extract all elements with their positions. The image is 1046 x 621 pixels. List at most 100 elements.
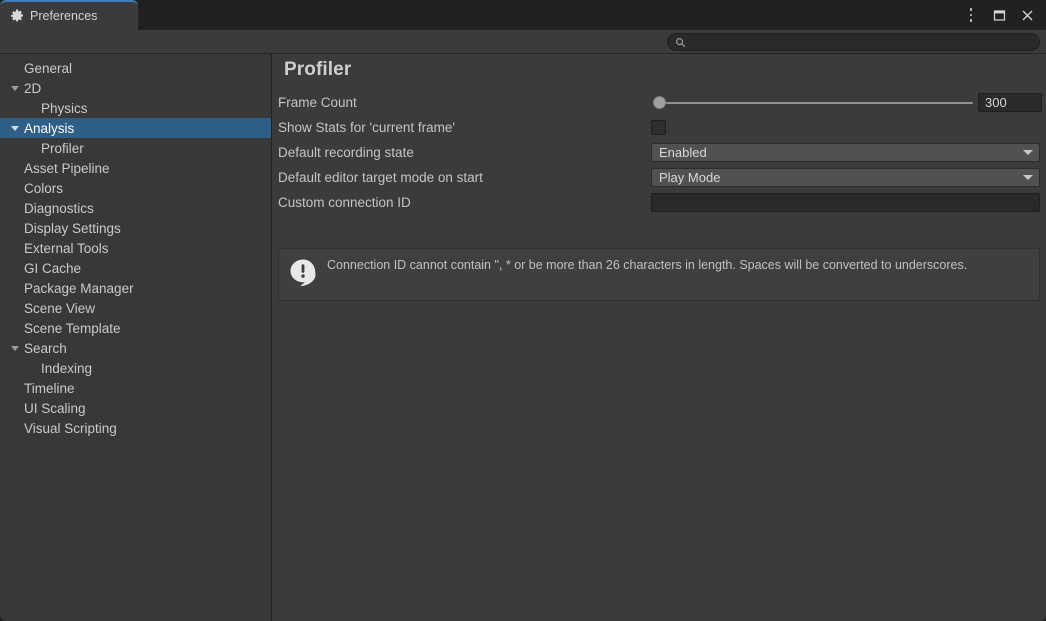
tree-spacer	[25, 358, 39, 378]
sidebar-item-label: General	[22, 61, 72, 76]
sidebar-item-scene-template[interactable]: Scene Template	[0, 318, 271, 338]
sidebar-item-label: Asset Pipeline	[22, 161, 110, 176]
frame-count-value[interactable]: 300	[978, 93, 1042, 112]
target-mode-label: Default editor target mode on start	[272, 170, 483, 185]
sidebar-item-general[interactable]: General	[0, 58, 271, 78]
sidebar-item-label: Profiler	[39, 141, 84, 156]
tree-spacer	[8, 198, 22, 218]
sidebar-item-label: Indexing	[39, 361, 92, 376]
sidebar-item-label: GI Cache	[22, 261, 81, 276]
preferences-window: Preferences	[0, 0, 1046, 621]
sidebar-item-search[interactable]: Search	[0, 338, 271, 358]
sidebar-item-analysis[interactable]: Analysis	[0, 118, 271, 138]
row-frame-count: Frame Count 300	[272, 90, 1046, 115]
sidebar-item-label: Diagnostics	[22, 201, 94, 216]
row-recording-state: Default recording state Enabled	[272, 140, 1046, 165]
info-exclamation-icon	[289, 258, 317, 286]
search-input[interactable]	[686, 34, 1039, 50]
sidebar-item-timeline[interactable]: Timeline	[0, 378, 271, 398]
tree-spacer	[8, 218, 22, 238]
sidebar-item-label: UI Scaling	[22, 401, 86, 416]
settings-tree-sidebar[interactable]: General 2D Physics Analysis Profiler Asset Pi…	[0, 54, 272, 621]
sidebar-item-diagnostics[interactable]: Diagnostics	[0, 198, 271, 218]
sidebar-item-label: Visual Scripting	[22, 421, 117, 436]
maximize-icon[interactable]	[986, 2, 1012, 28]
sidebar-item-colors[interactable]: Colors	[0, 178, 271, 198]
sidebar-item-label: External Tools	[22, 241, 109, 256]
sidebar-item-asset-pipeline[interactable]: Asset Pipeline	[0, 158, 271, 178]
show-stats-checkbox[interactable]	[651, 120, 666, 135]
connection-id-helpbox: Connection ID cannot contain ", * or be …	[278, 248, 1040, 301]
sidebar-item-label: Package Manager	[22, 281, 134, 296]
custom-connection-id-field[interactable]	[651, 193, 1040, 212]
tab-preferences[interactable]: Preferences	[0, 0, 138, 30]
sidebar-item-label: Physics	[39, 101, 88, 116]
sidebar-item-scene-view[interactable]: Scene View	[0, 298, 271, 318]
sidebar-item-physics[interactable]: Physics	[0, 98, 271, 118]
chevron-down-icon	[1023, 175, 1033, 180]
slider-handle[interactable]	[653, 96, 666, 109]
sidebar-item-visual-scripting[interactable]: Visual Scripting	[0, 418, 271, 438]
target-mode-dropdown[interactable]: Play Mode	[651, 168, 1040, 187]
sidebar-item-external-tools[interactable]: External Tools	[0, 238, 271, 258]
tree-expand-toggle[interactable]	[8, 78, 22, 98]
row-show-stats: Show Stats for 'current frame'	[272, 115, 1046, 140]
kebab-menu-icon[interactable]	[958, 2, 984, 28]
frame-count-label: Frame Count	[272, 95, 357, 110]
triangle-down-icon	[11, 346, 19, 351]
tree-expand-toggle[interactable]	[8, 118, 22, 138]
custom-connection-id-label: Custom connection ID	[272, 195, 411, 210]
tree-spacer	[8, 298, 22, 318]
frame-count-slider[interactable]	[651, 93, 973, 113]
tree-spacer	[8, 418, 22, 438]
sidebar-item-gi-cache[interactable]: GI Cache	[0, 258, 271, 278]
sidebar-item-2d[interactable]: 2D	[0, 78, 271, 98]
sidebar-item-label: Search	[22, 341, 67, 356]
settings-rows: Frame Count 300 Show Stats for 'current …	[272, 90, 1046, 215]
row-custom-connection-id: Custom connection ID	[272, 190, 1046, 215]
tree-spacer	[8, 178, 22, 198]
search-box[interactable]	[667, 33, 1040, 51]
recording-state-label: Default recording state	[272, 145, 414, 160]
sidebar-item-label: 2D	[22, 81, 41, 96]
sidebar-item-label: Colors	[22, 181, 63, 196]
tree-spacer	[8, 258, 22, 278]
window-controls	[958, 0, 1040, 30]
tree-expand-toggle[interactable]	[8, 338, 22, 358]
tree-spacer	[8, 278, 22, 298]
sidebar-item-label: Scene Template	[22, 321, 121, 336]
sidebar-item-display-settings[interactable]: Display Settings	[0, 218, 271, 238]
close-icon[interactable]	[1014, 2, 1040, 28]
tree-spacer	[8, 238, 22, 258]
gear-icon	[10, 9, 24, 23]
sidebar-item-label: Display Settings	[22, 221, 121, 236]
profiler-settings-panel: Profiler Frame Count 300 Show Stats	[272, 54, 1046, 621]
recording-state-dropdown[interactable]: Enabled	[651, 143, 1040, 162]
sidebar-item-label: Analysis	[22, 121, 74, 136]
slider-track	[660, 102, 973, 104]
show-stats-label: Show Stats for 'current frame'	[272, 120, 455, 135]
window-titlebar: Preferences	[0, 0, 1046, 30]
sidebar-item-label: Scene View	[22, 301, 95, 316]
tab-title: Preferences	[30, 9, 97, 23]
tree-spacer	[25, 138, 39, 158]
helpbox-message: Connection ID cannot contain ", * or be …	[327, 257, 967, 273]
custom-connection-id-input[interactable]	[658, 193, 1039, 212]
row-target-mode: Default editor target mode on start Play…	[272, 165, 1046, 190]
tree-spacer	[8, 398, 22, 418]
tree-spacer	[25, 98, 39, 118]
tree-spacer	[8, 378, 22, 398]
sidebar-item-ui-scaling[interactable]: UI Scaling	[0, 398, 271, 418]
tree-spacer	[8, 58, 22, 78]
sidebar-item-indexing[interactable]: Indexing	[0, 358, 271, 378]
chevron-down-icon	[1023, 150, 1033, 155]
tree-spacer	[8, 318, 22, 338]
sidebar-item-package-manager[interactable]: Package Manager	[0, 278, 271, 298]
triangle-down-icon	[11, 126, 19, 131]
page-title: Profiler	[284, 59, 351, 81]
sidebar-item-label: Timeline	[22, 381, 75, 396]
content-area: General 2D Physics Analysis Profiler Asset Pi…	[0, 54, 1046, 621]
tree-spacer	[8, 158, 22, 178]
target-mode-value: Play Mode	[659, 170, 720, 185]
sidebar-item-profiler[interactable]: Profiler	[0, 138, 271, 158]
